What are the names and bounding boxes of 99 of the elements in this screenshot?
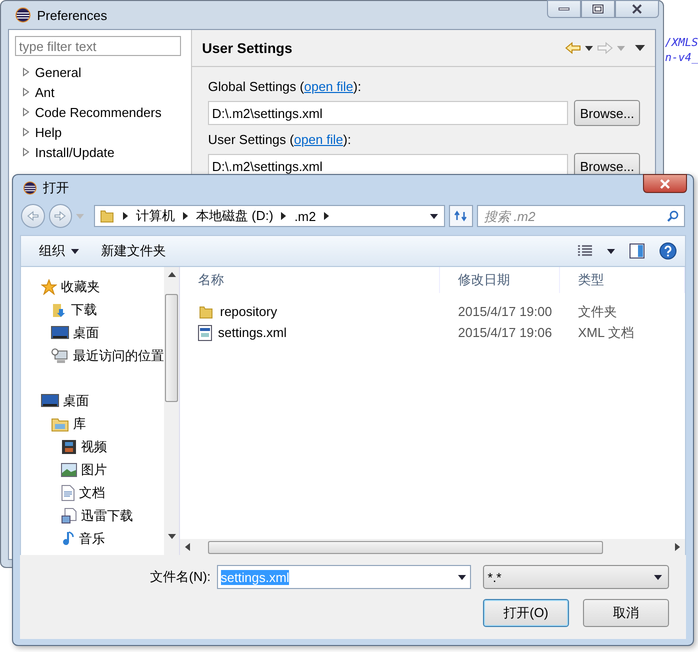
column-header[interactable]: 修改日期 (440, 267, 560, 293)
scroll-left-icon[interactable] (185, 543, 190, 551)
expand-arrow-icon[interactable] (21, 107, 31, 117)
new-folder-button[interactable]: 新建文件夹 (101, 242, 166, 260)
breadcrumb-item[interactable]: 本地磁盘 (D:) (196, 207, 274, 225)
back-button[interactable] (21, 204, 45, 228)
nav-item[interactable]: 文档 (79, 484, 105, 502)
close-icon[interactable] (631, 4, 643, 14)
nav-item[interactable]: 桌面 (73, 324, 99, 342)
library-folder-icon (51, 416, 69, 432)
dropdown-caret-icon[interactable] (430, 214, 438, 218)
path-field[interactable]: D:\.m2\settings.xml (208, 101, 568, 125)
nav-item[interactable]: 音乐 (79, 530, 105, 548)
file-type-dropdown[interactable]: *.* (482, 565, 669, 589)
table-cell-text: 文件夹 (577, 302, 618, 320)
film-icon (61, 438, 77, 454)
close-button[interactable] (615, 0, 659, 18)
nav-item[interactable]: 视频 (81, 438, 107, 456)
expand-arrow-icon[interactable] (21, 67, 31, 77)
setting-label: Global Settings (open file): (208, 79, 362, 94)
file-name[interactable]: repository (220, 304, 278, 319)
nav-item[interactable]: 下载 (71, 300, 97, 318)
chevron-icon[interactable] (123, 212, 128, 220)
horizontal-scrollbar[interactable] (180, 539, 685, 555)
filename-label: 文件名(N): (150, 568, 211, 586)
open-file-link[interactable]: open file (304, 79, 354, 94)
tree-item[interactable]: Ant (35, 84, 55, 100)
dropdown-caret-icon[interactable] (71, 248, 79, 254)
nav-item[interactable]: 图片 (81, 460, 107, 478)
open-file-link[interactable]: open file (294, 132, 344, 147)
maximize-icon[interactable] (592, 4, 604, 14)
nav-item[interactable]: 收藏夹 (61, 278, 100, 296)
vertical-scrollbar[interactable] (164, 267, 179, 555)
nav-item[interactable]: 库 (73, 414, 86, 432)
monitor-icon (51, 326, 69, 340)
music-note-icon (61, 530, 75, 546)
folder-icon (198, 304, 214, 320)
download-folder-icon (51, 302, 67, 318)
dialog-button[interactable]: 取消 (583, 599, 669, 627)
preview-pane-icon[interactable] (629, 243, 645, 259)
expand-arrow-icon[interactable] (21, 127, 31, 137)
table-cell-text: 2015/4/17 19:00 (457, 304, 553, 319)
window-title: Preferences (37, 8, 108, 22)
minimize-icon[interactable] (558, 7, 570, 11)
search-icon (667, 210, 680, 222)
table-cell-text: 2015/4/17 19:06 (457, 325, 553, 340)
nav-item[interactable]: 桌面 (63, 392, 89, 410)
document-icon (61, 484, 75, 500)
search-field[interactable]: 搜索 .m2 (477, 205, 686, 227)
browse-button[interactable]: Browse... (574, 100, 640, 126)
refresh-button[interactable] (449, 205, 474, 227)
dropdown-caret-icon[interactable] (458, 574, 466, 580)
picture-icon (61, 462, 77, 476)
document-icon (61, 508, 77, 524)
nav-item[interactable]: 最近访问的位置 (73, 346, 164, 364)
monitor-icon (41, 394, 59, 408)
expand-arrow-icon[interactable] (21, 87, 31, 97)
code-line: /XMLS (665, 36, 698, 49)
scroll-right-icon[interactable] (675, 543, 680, 551)
nav-item[interactable]: 迅雷下载 (81, 506, 133, 524)
expand-arrow-icon[interactable] (21, 147, 31, 157)
minimize-button[interactable] (547, 0, 581, 18)
address-bar[interactable]: 计算机 本地磁盘 (D:) .m2 (94, 205, 446, 227)
column-header[interactable]: 名称 (180, 267, 440, 293)
refresh-icon[interactable] (454, 210, 468, 222)
help-icon[interactable] (659, 242, 677, 260)
tree-item[interactable]: General (35, 64, 82, 80)
organize-menu[interactable]: 组织 (39, 242, 79, 260)
view-list-icon[interactable] (577, 245, 593, 257)
code-line: n-v4_ (665, 51, 698, 64)
computer-icon (51, 348, 69, 364)
maximize-button[interactable] (581, 0, 615, 18)
filter-field[interactable]: type filter text (15, 36, 181, 56)
star-icon (41, 278, 57, 294)
dialog-button[interactable]: 打开(O) (483, 599, 569, 627)
window-title: 打开 (43, 179, 69, 197)
close-button[interactable] (643, 174, 687, 193)
breadcrumb-item[interactable]: 计算机 (136, 207, 176, 225)
tree-item[interactable]: Help (35, 124, 62, 140)
app-icon (15, 7, 31, 23)
column-header[interactable]: 类型 (560, 267, 685, 293)
tree-item[interactable]: Code Recommenders (35, 104, 162, 120)
chevron-icon[interactable] (324, 212, 329, 220)
file-name[interactable]: settings.xml (218, 325, 287, 340)
chevron-icon[interactable] (281, 212, 286, 220)
menu-caret-icon[interactable] (635, 45, 645, 51)
folder-icon (99, 208, 116, 224)
dropdown-caret-icon[interactable] (607, 248, 615, 254)
setting-label: User Settings (open file): (208, 132, 352, 147)
dropdown-caret-icon[interactable] (654, 574, 662, 580)
page-title: User Settings (202, 40, 292, 56)
table-cell-text: XML 文档 (577, 324, 635, 342)
app-icon (23, 181, 37, 195)
xml-file-icon (198, 324, 212, 340)
dropdown-caret-icon[interactable] (585, 46, 593, 50)
chevron-icon[interactable] (183, 212, 188, 220)
forward-button[interactable] (48, 204, 72, 228)
breadcrumb-item[interactable]: .m2 (294, 208, 316, 224)
tree-item[interactable]: Install/Update (35, 144, 114, 160)
